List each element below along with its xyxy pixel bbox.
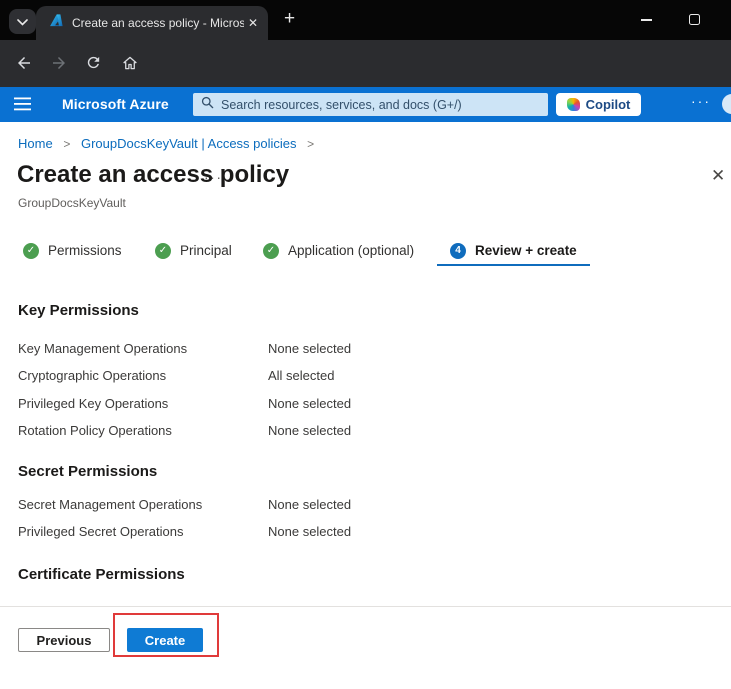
refresh-button[interactable] bbox=[85, 54, 102, 76]
tab-permissions[interactable]: ✓ Permissions bbox=[23, 237, 122, 264]
row-label: Privileged Secret Operations bbox=[18, 524, 268, 540]
home-button[interactable] bbox=[121, 54, 139, 77]
row-value: All selected bbox=[268, 368, 351, 384]
previous-button[interactable]: Previous bbox=[18, 628, 110, 652]
hamburger-menu-icon[interactable] bbox=[14, 97, 31, 116]
search-placeholder: Search resources, services, and docs (G+… bbox=[221, 98, 462, 112]
row-value: None selected bbox=[268, 524, 351, 540]
tab-application[interactable]: ✓ Application (optional) bbox=[263, 237, 414, 264]
row-value: None selected bbox=[268, 396, 351, 412]
breadcrumb-separator: > bbox=[307, 137, 314, 151]
footer-divider bbox=[0, 606, 731, 607]
tab-title: Create an access policy - Micros bbox=[72, 16, 244, 30]
key-permissions-heading: Key Permissions bbox=[18, 302, 139, 319]
azure-favicon bbox=[48, 13, 63, 33]
avatar[interactable] bbox=[722, 94, 731, 114]
tab-search-button[interactable] bbox=[9, 9, 36, 34]
search-icon bbox=[201, 96, 214, 114]
copilot-button[interactable]: Copilot bbox=[556, 93, 641, 116]
browser-tab[interactable]: Create an access policy - Micros ✕ bbox=[36, 6, 268, 40]
row-value: None selected bbox=[268, 423, 351, 439]
secret-permissions-heading: Secret Permissions bbox=[18, 463, 157, 480]
window-minimize-button[interactable] bbox=[641, 19, 652, 21]
tab-review-create[interactable]: 4 Review + create bbox=[437, 237, 590, 266]
row-label: Secret Management Operations bbox=[18, 497, 268, 513]
row-label: Privileged Key Operations bbox=[18, 396, 268, 412]
row-label: Cryptographic Operations bbox=[18, 368, 268, 384]
back-button[interactable] bbox=[15, 54, 33, 77]
browser-titlebar: Create an access policy - Micros ✕ + bbox=[0, 0, 731, 40]
page-subtitle: GroupDocsKeyVault bbox=[18, 196, 126, 210]
check-icon: ✓ bbox=[263, 243, 279, 259]
tab-review-create-label: Review + create bbox=[475, 243, 577, 258]
copilot-icon bbox=[567, 98, 580, 111]
breadcrumb: Home > GroupDocsKeyVault | Access polici… bbox=[18, 136, 321, 151]
browser-window: Create an access policy - Micros ✕ + bbox=[0, 0, 731, 689]
row-value: None selected bbox=[268, 341, 351, 357]
check-icon: ✓ bbox=[23, 243, 39, 259]
new-tab-button[interactable]: + bbox=[284, 8, 295, 30]
azure-search-input[interactable]: Search resources, services, and docs (G+… bbox=[193, 93, 548, 116]
key-permissions-table: Key Management Operations None selected … bbox=[18, 341, 351, 451]
tab-principal[interactable]: ✓ Principal bbox=[155, 237, 232, 264]
copilot-label: Copilot bbox=[586, 97, 631, 112]
azure-brand[interactable]: Microsoft Azure bbox=[62, 96, 169, 112]
tab-application-label: Application (optional) bbox=[288, 243, 414, 258]
breadcrumb-home-link[interactable]: Home bbox=[18, 136, 53, 151]
close-blade-icon[interactable]: ✕ bbox=[711, 166, 725, 186]
browser-toolbar: portal.azure.com/#view... bbox=[0, 40, 731, 87]
forward-button[interactable] bbox=[50, 54, 68, 77]
azure-portal-header: Microsoft Azure Search resources, servic… bbox=[0, 87, 731, 122]
window-maximize-button[interactable] bbox=[689, 14, 700, 25]
certificate-permissions-heading: Certificate Permissions bbox=[18, 566, 185, 583]
tab-permissions-label: Permissions bbox=[48, 243, 122, 258]
tab-close-icon[interactable]: ✕ bbox=[248, 16, 258, 30]
check-icon: ✓ bbox=[155, 243, 171, 259]
page-title: Create an access policy bbox=[17, 161, 289, 189]
row-value: None selected bbox=[268, 497, 351, 513]
breadcrumb-separator: > bbox=[63, 137, 70, 151]
title-more-button[interactable]: ··· bbox=[204, 169, 223, 185]
header-more-button[interactable]: ··· bbox=[691, 93, 711, 109]
chevron-down-icon bbox=[17, 13, 28, 31]
tab-principal-label: Principal bbox=[180, 243, 232, 258]
annotation-red-box bbox=[113, 613, 219, 657]
row-label: Key Management Operations bbox=[18, 341, 268, 357]
secret-permissions-table: Secret Management Operations None select… bbox=[18, 497, 351, 551]
breadcrumb-keyvault-link[interactable]: GroupDocsKeyVault | Access policies bbox=[81, 136, 297, 151]
row-label: Rotation Policy Operations bbox=[18, 423, 268, 439]
step-number-icon: 4 bbox=[450, 243, 466, 259]
